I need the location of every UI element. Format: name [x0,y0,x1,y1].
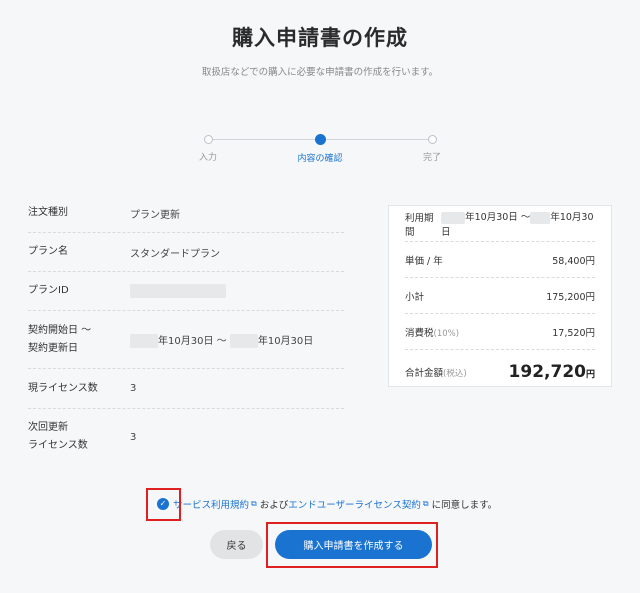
eula-link[interactable]: エンドユーザーライセンス契約 [288,497,421,511]
tax-value: 17,520円 [552,327,595,339]
detail-row-plan-id: プランID [28,272,344,311]
summary-row-period: 利用期間 年10月30日 〜年10月30日 [405,206,595,242]
back-button[interactable]: 戻る [210,530,263,559]
contract-start-date: 年10月30日 〜 [158,335,227,347]
plan-id-label: プランID [28,285,69,296]
total-amount: 192,720 [508,362,586,382]
next-license-label-line1: 次回更新 [28,422,68,433]
detail-row-next-license: 次回更新 ライセンス数 3 [28,409,344,465]
step-confirm: 内容の確認 [280,133,360,164]
summary-row-unit-price: 単価 / 年 58,400円 [405,242,595,278]
agree-text: に同意します。 [431,500,498,511]
contract-start-label: 契約開始日 〜 [28,324,92,336]
next-license-value: 3 [130,431,137,443]
terms-of-service-link[interactable]: サービス利用規約 [173,497,249,511]
page-subtitle: 取扱店などでの購入に必要な申請書の作成を行います。 [201,67,439,78]
contract-end-label: 契約更新日 [28,342,78,354]
total-value: 192,720円 [509,362,595,382]
redacted-plan-id [130,284,226,298]
tax-label: 消費税 [405,327,434,339]
detail-row-order-type: 注文種別 プラン更新 [28,194,344,233]
redacted-start-year [130,333,158,348]
summary-row-total: 合計金額(税込) 192,720円 [405,350,595,394]
next-license-label: 次回更新 ライセンス数 [28,419,130,455]
price-summary-panel: 利用期間 年10月30日 〜年10月30日 単価 / 年 58,400円 小計 … [388,205,612,387]
redacted-period-start-year [441,211,466,224]
order-type-label: 注文種別 [28,207,68,218]
page-title: 購入申請書の作成 [232,26,408,50]
period-value: 年10月30日 〜年10月30日 [441,209,595,238]
step-input: 入力 [168,133,248,163]
step-dot-complete [427,135,437,144]
contract-period-value: 年10月30日 〜 年10月30日 [130,332,344,348]
current-license-label: 現ライセンス数 [28,382,98,394]
detail-row-contract-period: 契約開始日 〜 契約更新日 年10月30日 〜 年10月30日 [28,311,344,369]
total-tax-note: (税込) [443,369,467,379]
summary-row-tax: 消費税(10%) 17,520円 [405,314,595,350]
step-label-complete: 完了 [422,153,441,163]
total-label-group: 合計金額(税込) [405,365,467,379]
summary-row-subtotal: 小計 175,200円 [405,278,595,314]
contract-end-date: 年10月30日 [257,335,314,347]
highlight-box-checkbox [146,488,181,521]
step-label-confirm: 内容の確認 [297,154,343,164]
and-text: および [259,500,289,511]
total-label: 合計金額 [405,368,444,379]
period-label: 利用期間 [405,212,434,238]
subtotal-value: 175,200円 [546,291,595,303]
unit-price-label: 単価 / 年 [405,255,443,267]
subtotal-label: 小計 [405,291,425,303]
tax-label-group: 消費税(10%) [405,325,459,339]
external-link-icon: ⧉ [422,499,429,508]
period-start: 年10月30日 〜 [465,212,531,224]
redacted-period-end-year [530,211,551,224]
order-type-value: プラン更新 [130,209,180,221]
step-dot-confirm [314,134,326,145]
step-complete: 完了 [392,133,472,163]
external-link-icon: ⧉ [251,499,257,508]
agreement-line: ✓ サービス利用規約 ⧉ および エンドユーザーライセンス契約 ⧉ に同意します。 [157,497,497,511]
order-details: 注文種別 プラン更新 プラン名 スタンダードプラン プランID 契約開始日 〜 … [28,194,344,465]
detail-row-plan-name: プラン名 スタンダードプラン [28,233,344,272]
progress-stepper: 入力 内容の確認 完了 [180,133,460,173]
plan-name-value: スタンダードプラン [130,248,220,260]
total-unit: 円 [585,370,595,380]
current-license-value: 3 [130,383,137,394]
detail-row-current-license: 現ライセンス数 3 [28,369,344,409]
contract-period-label: 契約開始日 〜 契約更新日 [28,322,130,358]
step-label-input: 入力 [198,153,217,163]
create-application-button[interactable]: 購入申請書を作成する [275,530,432,559]
unit-price-value: 58,400円 [552,255,595,267]
tax-rate: (10%) [433,328,460,339]
next-license-label-line2: ライセンス数 [28,440,88,451]
step-dot-input [203,135,213,144]
redacted-end-year [229,333,258,348]
plan-id-value [130,284,344,298]
plan-name-label: プラン名 [28,246,68,257]
